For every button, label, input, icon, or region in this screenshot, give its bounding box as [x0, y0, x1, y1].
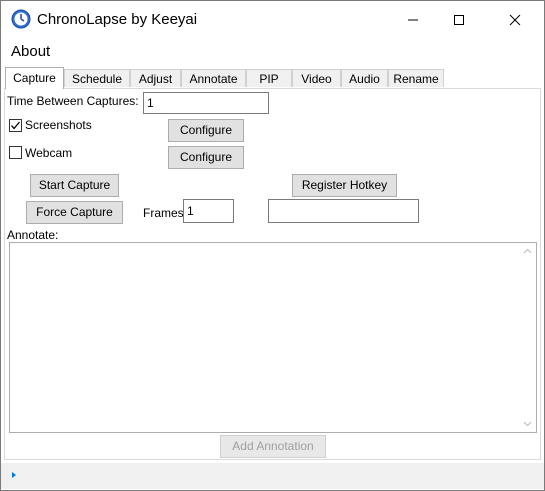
- tab-rename[interactable]: Rename: [388, 69, 444, 87]
- status-indicator-icon: [12, 472, 16, 478]
- scroll-up-icon: [523, 248, 532, 254]
- maximize-icon: [454, 15, 464, 25]
- tab-schedule[interactable]: Schedule: [64, 69, 130, 87]
- tab-annotate[interactable]: Annotate: [181, 69, 246, 87]
- status-bar: [1, 463, 544, 489]
- force-capture-button[interactable]: Force Capture: [26, 201, 123, 224]
- add-annotation-button[interactable]: Add Annotation: [220, 435, 326, 458]
- frames-input[interactable]: [183, 199, 234, 223]
- tab-capture[interactable]: Capture: [5, 67, 64, 89]
- menu-about[interactable]: About: [11, 43, 50, 60]
- scroll-down-icon: [523, 421, 532, 427]
- time-between-label: Time Between Captures:: [7, 94, 139, 108]
- title-bar[interactable]: ChronoLapse by Keeyai: [1, 1, 544, 39]
- capture-panel: Time Between Captures: Screenshots Confi…: [4, 88, 541, 460]
- annotation-textarea[interactable]: [9, 242, 537, 433]
- vertical-scrollbar[interactable]: [519, 243, 536, 432]
- tab-video[interactable]: Video: [292, 69, 341, 87]
- checkmark-icon: [11, 121, 20, 130]
- app-window: ChronoLapse by Keeyai About Capture Sche…: [0, 0, 545, 491]
- start-capture-button[interactable]: Start Capture: [30, 174, 119, 197]
- chronolapse-clock-icon: [11, 9, 31, 29]
- close-button[interactable]: [492, 1, 538, 39]
- screenshots-label: Screenshots: [25, 118, 92, 132]
- tab-strip: Capture Schedule Adjust Annotate PIP Vid…: [1, 67, 544, 89]
- hotkey-input[interactable]: [268, 199, 419, 223]
- maximize-button[interactable]: [436, 1, 482, 39]
- time-between-input[interactable]: [143, 92, 269, 114]
- webcam-checkbox[interactable]: [9, 146, 22, 159]
- tab-pip[interactable]: PIP: [246, 69, 292, 87]
- tab-adjust[interactable]: Adjust: [130, 69, 181, 87]
- menu-bar: About: [1, 39, 544, 63]
- minimize-button[interactable]: [390, 1, 436, 39]
- register-hotkey-button[interactable]: Register Hotkey: [292, 174, 397, 197]
- configure-screenshots-button[interactable]: Configure: [168, 119, 244, 142]
- webcam-label: Webcam: [25, 146, 73, 160]
- screenshots-checkbox[interactable]: [9, 119, 22, 132]
- configure-webcam-button[interactable]: Configure: [168, 146, 244, 169]
- close-icon: [509, 14, 521, 26]
- frames-label: Frames: [143, 206, 184, 220]
- window-title: ChronoLapse by Keeyai: [37, 11, 198, 28]
- annotate-label: Annotate:: [7, 228, 59, 242]
- minimize-icon: [408, 19, 418, 21]
- tab-audio[interactable]: Audio: [341, 69, 388, 87]
